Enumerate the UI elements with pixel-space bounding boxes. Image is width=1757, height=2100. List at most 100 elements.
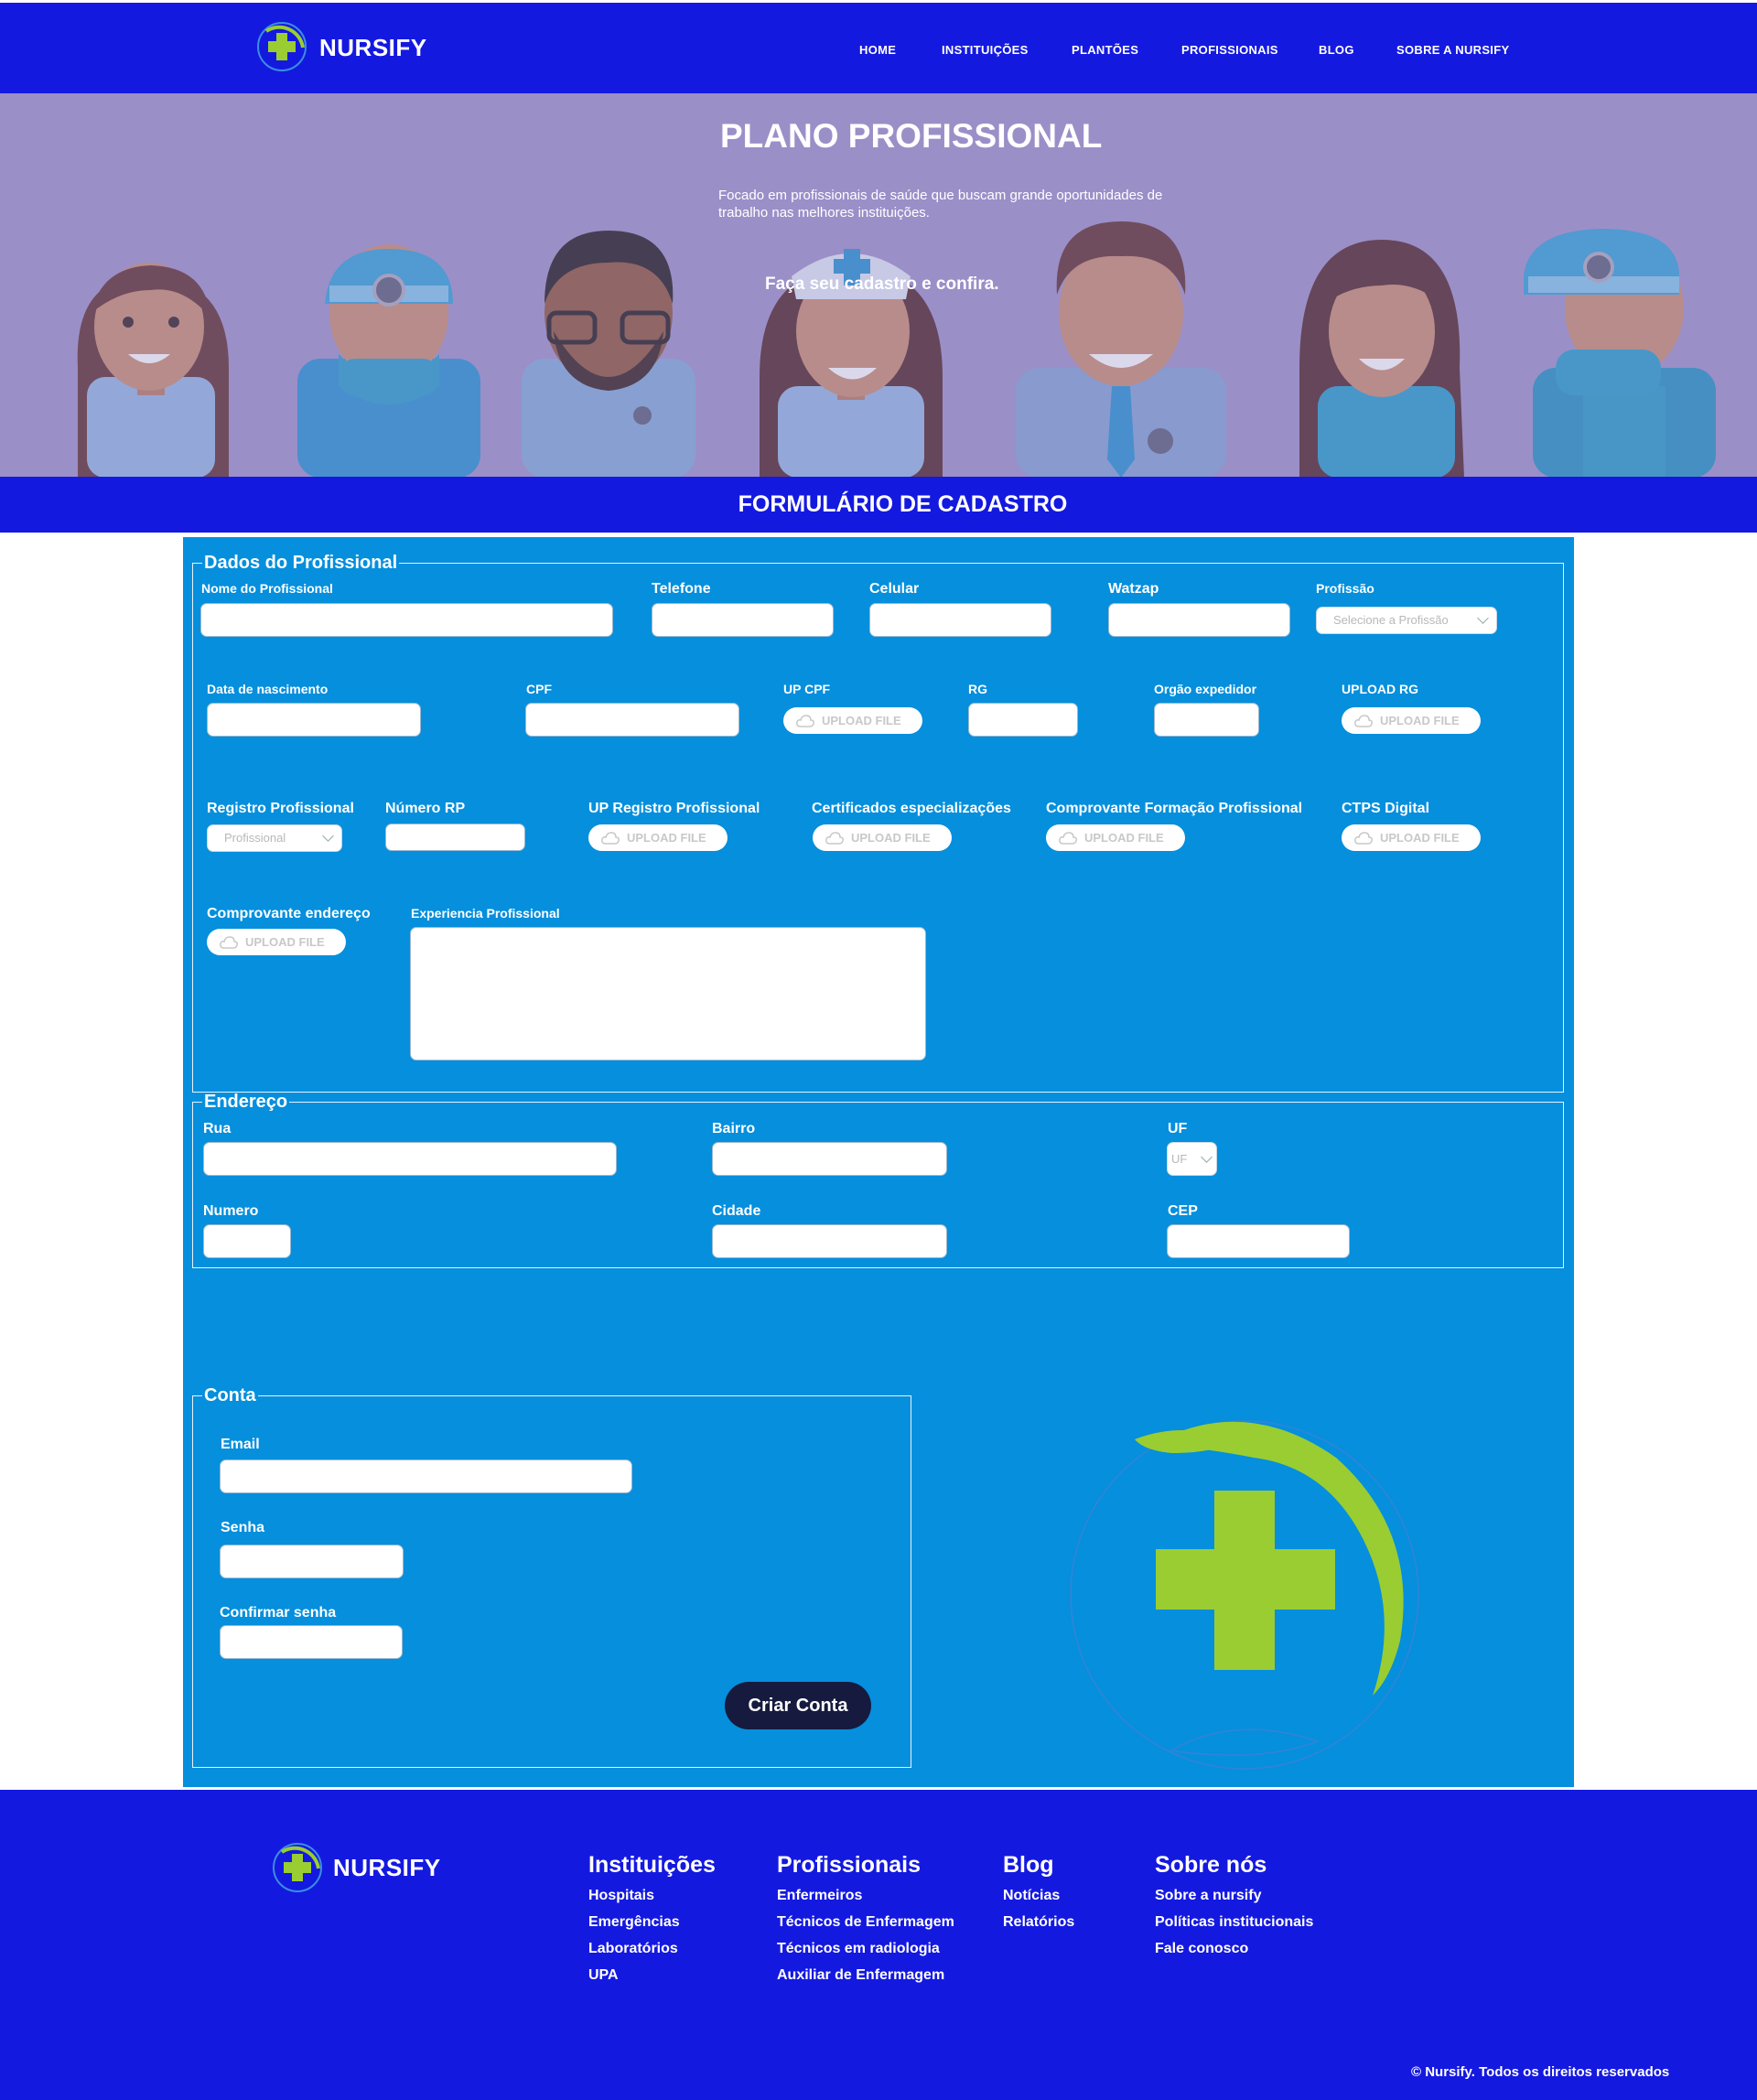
footer-col-instituicoes-title: Instituições: [588, 1852, 716, 1878]
upload-cpf-button[interactable]: UPLOAD FILE: [783, 707, 922, 734]
footer-link-politicas[interactable]: Políticas institucionais: [1155, 1914, 1313, 1931]
bairro-input[interactable]: [712, 1142, 947, 1176]
registration-form: Dados do Profissional Nome do Profission…: [183, 537, 1574, 1787]
label-profissao: Profissão: [1316, 581, 1374, 596]
profissao-select[interactable]: Selecione a Profissão: [1316, 607, 1497, 634]
cloud-upload-icon: [796, 715, 814, 727]
footer-link-enfermeiros[interactable]: Enfermeiros: [777, 1888, 862, 1904]
site-header: NURSIFY HOME INSTITUIÇÕES PLANTÕES PROFI…: [0, 0, 1757, 93]
nascimento-input[interactable]: [207, 703, 421, 737]
label-cidade: Cidade: [712, 1203, 761, 1219]
upload-rg-label: UPLOAD FILE: [1380, 714, 1460, 727]
upload-endereco-button[interactable]: UPLOAD FILE: [207, 929, 346, 955]
site-footer: NURSIFY Instituições Hospitais Emergênci…: [0, 1790, 1757, 2100]
cloud-upload-icon: [220, 936, 238, 949]
rg-input[interactable]: [968, 703, 1078, 737]
criar-conta-button[interactable]: Criar Conta: [725, 1682, 871, 1729]
upload-formacao-label: UPLOAD FILE: [1084, 831, 1164, 845]
footer-link-relatorios[interactable]: Relatórios: [1003, 1914, 1074, 1931]
label-orgao: Orgão expedidor: [1154, 682, 1257, 696]
numero-input[interactable]: [203, 1224, 291, 1258]
numero-rp-input[interactable]: [385, 824, 525, 851]
watzap-input[interactable]: [1108, 603, 1290, 637]
legend-conta: Conta: [204, 1385, 256, 1405]
profissao-select-value: Selecione a Profissão: [1333, 613, 1449, 627]
nav-blog[interactable]: BLOG: [1319, 43, 1354, 57]
nav-profissionais[interactable]: PROFISSIONAIS: [1181, 43, 1278, 57]
nav-home[interactable]: HOME: [859, 43, 896, 57]
brand-logo[interactable]: NURSIFY: [255, 19, 429, 74]
label-certificados: Certificados especializações: [812, 801, 1011, 816]
email-input[interactable]: [220, 1459, 632, 1493]
footer-brand-logo[interactable]: NURSIFY: [271, 1841, 445, 1896]
label-numero-rp: Número RP: [385, 801, 466, 816]
label-nome: Nome do Profissional: [201, 581, 333, 596]
chevron-down-icon: [322, 830, 334, 842]
footer-link-auxiliar-enfermagem[interactable]: Auxiliar de Enfermagem: [777, 1967, 944, 1984]
label-up-cpf: UP CPF: [783, 682, 831, 696]
cloud-upload-icon: [825, 832, 844, 845]
uf-select[interactable]: UF: [1167, 1142, 1217, 1176]
label-celular: Celular: [869, 581, 920, 597]
upload-rg-button[interactable]: UPLOAD FILE: [1342, 707, 1481, 734]
label-registro: Registro Profissional: [207, 801, 354, 816]
nursify-large-logo-icon: [1070, 1420, 1419, 1770]
footer-link-tecnicos-radiologia[interactable]: Técnicos em radiologia: [777, 1941, 940, 1957]
footer-link-hospitais[interactable]: Hospitais: [588, 1888, 654, 1904]
nome-input[interactable]: [200, 603, 613, 637]
upload-certificados-button[interactable]: UPLOAD FILE: [813, 824, 952, 851]
celular-input[interactable]: [869, 603, 1051, 637]
legend-dados: Dados do Profissional: [204, 553, 398, 573]
rua-input[interactable]: [203, 1142, 617, 1176]
chevron-down-icon: [1201, 1151, 1213, 1163]
experiencia-textarea[interactable]: [410, 927, 926, 1061]
label-cep: CEP: [1168, 1203, 1198, 1219]
label-nascimento: Data de nascimento: [207, 682, 329, 696]
cloud-upload-icon: [1059, 832, 1077, 845]
footer-brand-name: NURSIFY: [333, 1854, 441, 1881]
footer-link-sobre-nursify[interactable]: Sobre a nursify: [1155, 1888, 1261, 1904]
upload-formacao-button[interactable]: UPLOAD FILE: [1046, 824, 1185, 851]
upload-ctps-label: UPLOAD FILE: [1380, 831, 1460, 845]
hero-cta: Faça seu cadastro e confira.: [765, 275, 999, 294]
footer-link-upa[interactable]: UPA: [588, 1967, 619, 1984]
label-rua: Rua: [203, 1121, 232, 1136]
footer-link-emergencias[interactable]: Emergências: [588, 1914, 680, 1931]
cidade-input[interactable]: [712, 1224, 947, 1258]
upload-endereco-label: UPLOAD FILE: [245, 935, 325, 949]
upload-registro-button[interactable]: UPLOAD FILE: [588, 824, 728, 851]
senha-input[interactable]: [220, 1545, 404, 1578]
orgao-input[interactable]: [1154, 703, 1259, 737]
nav-sobre[interactable]: SOBRE A NURSIFY: [1396, 43, 1509, 57]
label-bairro: Bairro: [712, 1121, 756, 1136]
brand-name: NURSIFY: [319, 34, 427, 61]
cloud-upload-icon: [1354, 715, 1373, 727]
nav-plantoes[interactable]: PLANTÕES: [1072, 43, 1138, 57]
label-upload-rg: UPLOAD RG: [1342, 682, 1418, 696]
footer-col-sobre-title: Sobre nós: [1155, 1852, 1267, 1878]
label-comprovante-endereco: Comprovante endereço: [207, 906, 371, 921]
footer-link-noticias[interactable]: Notícias: [1003, 1888, 1060, 1904]
footer-link-laboratorios[interactable]: Laboratórios: [588, 1941, 678, 1957]
nursify-logo-icon: [273, 1843, 322, 1892]
nav-instituicoes[interactable]: INSTITUIÇÕES: [942, 43, 1029, 57]
cep-input[interactable]: [1167, 1224, 1350, 1258]
label-uf: UF: [1168, 1121, 1188, 1136]
cpf-input[interactable]: [525, 703, 739, 737]
label-experiencia: Experiencia Profissional: [411, 906, 560, 921]
label-email: Email: [221, 1437, 260, 1452]
upload-ctps-button[interactable]: UPLOAD FILE: [1342, 824, 1481, 851]
form-title-bar: FORMULÁRIO DE CADASTRO: [0, 477, 1757, 533]
label-cpf: CPF: [526, 682, 552, 696]
telefone-input[interactable]: [652, 603, 834, 637]
footer-link-fale-conosco[interactable]: Fale conosco: [1155, 1941, 1248, 1957]
footer-link-tecnicos-enfermagem[interactable]: Técnicos de Enfermagem: [777, 1914, 954, 1931]
label-up-registro: UP Registro Profissional: [588, 801, 760, 816]
cloud-upload-icon: [1354, 832, 1373, 845]
confirmar-senha-input[interactable]: [220, 1625, 403, 1659]
label-senha: Senha: [221, 1520, 265, 1535]
label-comprovante-formacao: Comprovante Formação Profissional: [1046, 801, 1303, 816]
footer-copyright: © Nursify. Todos os direitos reservados: [1411, 2064, 1670, 2080]
hero-title: PLANO PROFISSIONAL: [720, 117, 1103, 155]
registro-select[interactable]: Profissional: [207, 824, 342, 852]
